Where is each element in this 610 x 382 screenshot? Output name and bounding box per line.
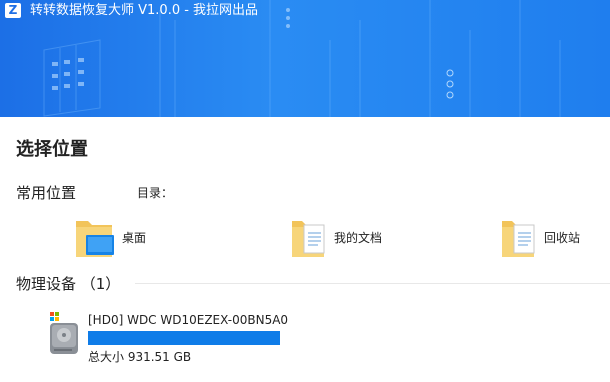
location-label: 桌面: [122, 230, 147, 245]
location-my-documents[interactable]: 我的文档: [290, 214, 382, 260]
disk-size: 总大小 931.51 GB: [88, 350, 192, 364]
physical-devices-title: 物理设备 （1）: [16, 275, 121, 293]
header-banner: Z 转转数据恢复大师 V1.0.0 - 我拉网出品: [0, 0, 610, 117]
documents-folder-icon: [292, 221, 325, 257]
location-label: 我的文档: [334, 230, 383, 245]
location-recycle-bin[interactable]: 回收站: [500, 214, 580, 260]
disk-usage-bar: [88, 331, 280, 345]
app-logo: Z: [5, 3, 21, 18]
recycle-bin-folder-icon: [502, 221, 535, 257]
location-desktop[interactable]: 桌面: [74, 214, 146, 260]
directory-label: 目录：: [137, 186, 174, 200]
page-title: 选择位置: [16, 139, 88, 160]
hard-disk-icon[interactable]: [48, 312, 78, 356]
desktop-folder-icon: [76, 221, 114, 257]
disk-name[interactable]: [HD0] WDC WD10EZEX-00BN5A0: [88, 313, 288, 327]
common-locations-title: 常用位置: [16, 184, 77, 202]
app-title: 转转数据恢复大师 V1.0.0 - 我拉网出品: [30, 3, 259, 18]
disk-usage-fill: [88, 331, 280, 345]
location-label: 回收站: [544, 230, 581, 245]
section-divider: [135, 283, 610, 284]
